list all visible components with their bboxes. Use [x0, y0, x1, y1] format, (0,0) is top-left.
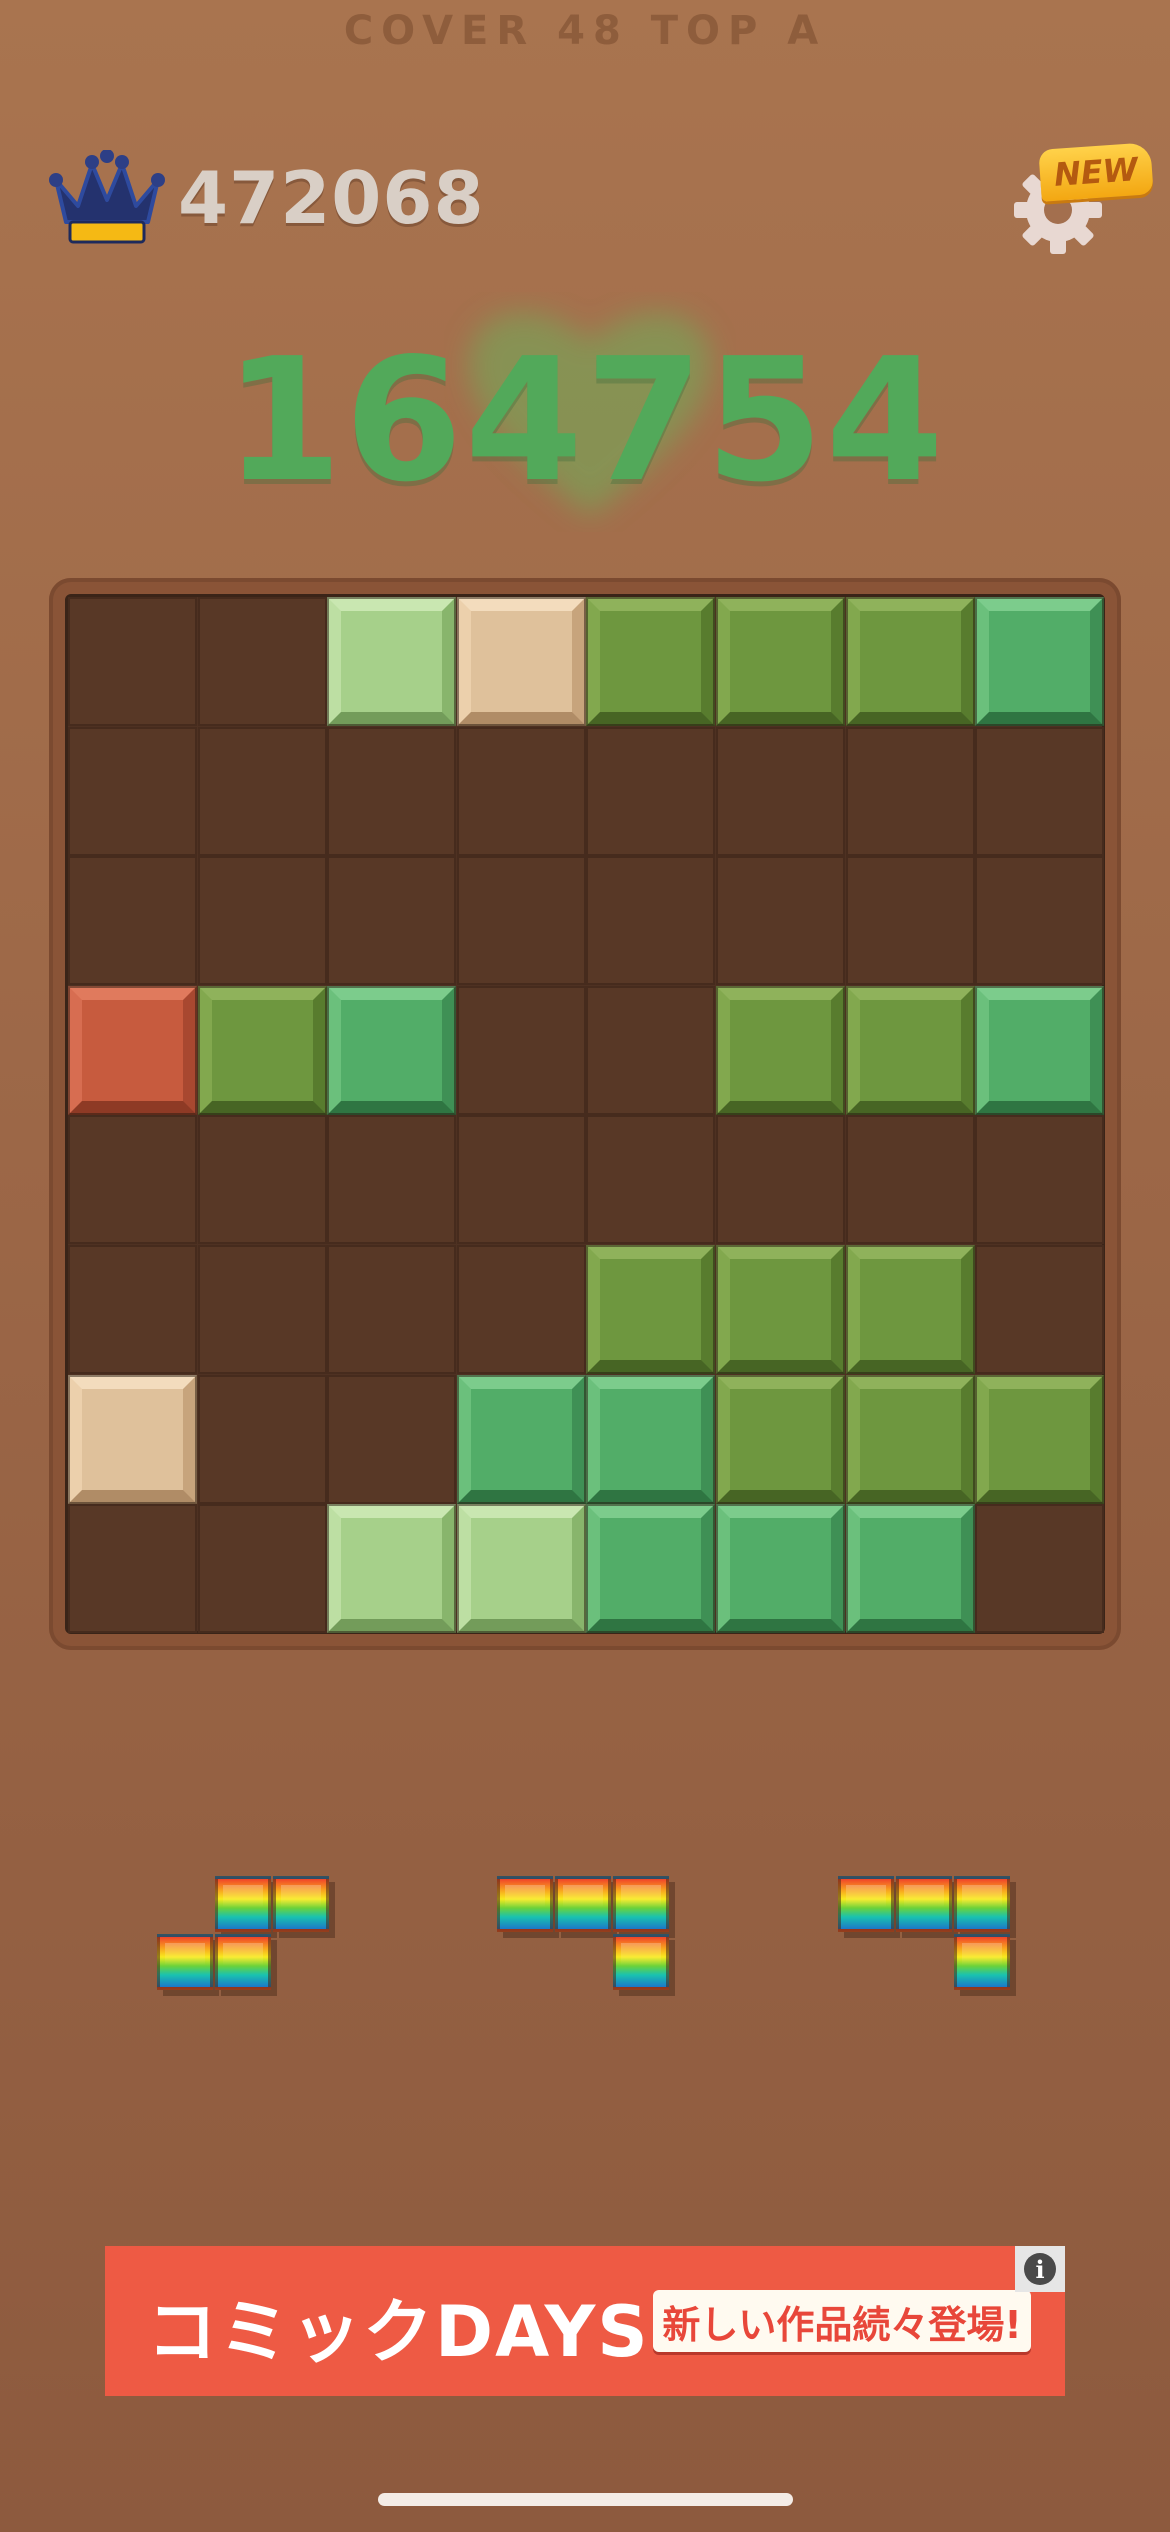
block-tile: [716, 1375, 845, 1504]
empty-cell[interactable]: [198, 1504, 327, 1633]
block-tile: [457, 1375, 586, 1504]
empty-cell[interactable]: [457, 1245, 586, 1374]
empty-cell[interactable]: [716, 727, 845, 856]
block-tile: [68, 1375, 197, 1504]
piece-block: [896, 1876, 958, 1938]
block-tile: [975, 1375, 1104, 1504]
empty-cell[interactable]: [198, 1245, 327, 1374]
empty-cell[interactable]: [327, 1245, 456, 1374]
home-indicator: [378, 2493, 793, 2506]
block-tile: [586, 1375, 715, 1504]
empty-cell[interactable]: [846, 856, 975, 985]
piece-block: [215, 1876, 277, 1938]
settings-button[interactable]: NEW: [1008, 142, 1154, 270]
piece-block: [954, 1876, 1016, 1938]
block-tile: [846, 1504, 975, 1633]
piece-block: [497, 1876, 559, 1938]
block-tile: [846, 1375, 975, 1504]
empty-cell[interactable]: [457, 727, 586, 856]
crown-icon: [49, 150, 165, 244]
empty-cell[interactable]: [327, 1115, 456, 1244]
empty-cell[interactable]: [716, 1115, 845, 1244]
ad-info-button[interactable]: i: [1015, 2246, 1065, 2292]
piece-block: [954, 1934, 1016, 1996]
empty-cell[interactable]: [68, 856, 197, 985]
block-tile: [846, 986, 975, 1115]
piece-block: [838, 1876, 900, 1938]
piece-block: [273, 1876, 335, 1938]
empty-cell[interactable]: [975, 727, 1104, 856]
piece-block: [215, 1934, 277, 1996]
empty-cell[interactable]: [198, 1115, 327, 1244]
ad-tagline: 新しい作品続々登場!: [653, 2290, 1031, 2352]
empty-cell[interactable]: [198, 1375, 327, 1504]
block-tile: [327, 1504, 456, 1633]
empty-cell[interactable]: [716, 856, 845, 985]
block-tile: [846, 597, 975, 726]
empty-cell[interactable]: [198, 856, 327, 985]
block-tile: [586, 1245, 715, 1374]
empty-cell[interactable]: [586, 986, 715, 1115]
block-tile: [68, 986, 197, 1115]
empty-cell[interactable]: [457, 1115, 586, 1244]
empty-cell[interactable]: [327, 856, 456, 985]
block-tile: [716, 986, 845, 1115]
empty-cell[interactable]: [327, 1375, 456, 1504]
empty-cell[interactable]: [846, 727, 975, 856]
empty-cell[interactable]: [586, 856, 715, 985]
empty-cell[interactable]: [586, 727, 715, 856]
block-tile: [716, 1245, 845, 1374]
empty-cell[interactable]: [586, 1115, 715, 1244]
game-board[interactable]: [65, 594, 1105, 1634]
empty-cell[interactable]: [68, 1245, 197, 1374]
block-tile: [586, 597, 715, 726]
block-tile: [198, 986, 327, 1115]
info-icon: i: [1024, 2253, 1056, 2285]
empty-cell[interactable]: [975, 1245, 1104, 1374]
empty-cell[interactable]: [68, 597, 197, 726]
empty-cell[interactable]: [975, 1504, 1104, 1633]
block-tile: [327, 597, 456, 726]
block-tile: [716, 597, 845, 726]
block-tile: [457, 1504, 586, 1633]
best-score-area: 472068: [48, 150, 485, 246]
empty-cell[interactable]: [68, 727, 197, 856]
empty-cell[interactable]: [975, 856, 1104, 985]
empty-cell[interactable]: [68, 1504, 197, 1633]
empty-cell[interactable]: [68, 1115, 197, 1244]
block-tile: [586, 1504, 715, 1633]
piece-block: [555, 1876, 617, 1938]
piece-block: [613, 1876, 675, 1938]
top-banner-text: COVER 48 TOP A: [343, 8, 827, 54]
block-tile: [457, 597, 586, 726]
block-tile: [327, 986, 456, 1115]
best-score: 472068: [178, 156, 485, 240]
block-tile: [716, 1504, 845, 1633]
ad-banner[interactable]: コミックDAYS 新しい作品続々登場! i: [105, 2246, 1065, 2396]
ad-logo: コミックDAYS: [147, 2291, 650, 2373]
block-tile: [846, 1245, 975, 1374]
new-badge: NEW: [1038, 142, 1154, 202]
current-score: 164754: [224, 322, 946, 520]
piece-block: [157, 1934, 219, 1996]
block-tile: [975, 986, 1104, 1115]
empty-cell[interactable]: [846, 1115, 975, 1244]
piece-block: [613, 1934, 675, 1996]
empty-cell[interactable]: [198, 727, 327, 856]
empty-cell[interactable]: [457, 856, 586, 985]
empty-cell[interactable]: [327, 727, 456, 856]
empty-cell[interactable]: [975, 1115, 1104, 1244]
block-tile: [975, 597, 1104, 726]
empty-cell[interactable]: [198, 597, 327, 726]
empty-cell[interactable]: [457, 986, 586, 1115]
